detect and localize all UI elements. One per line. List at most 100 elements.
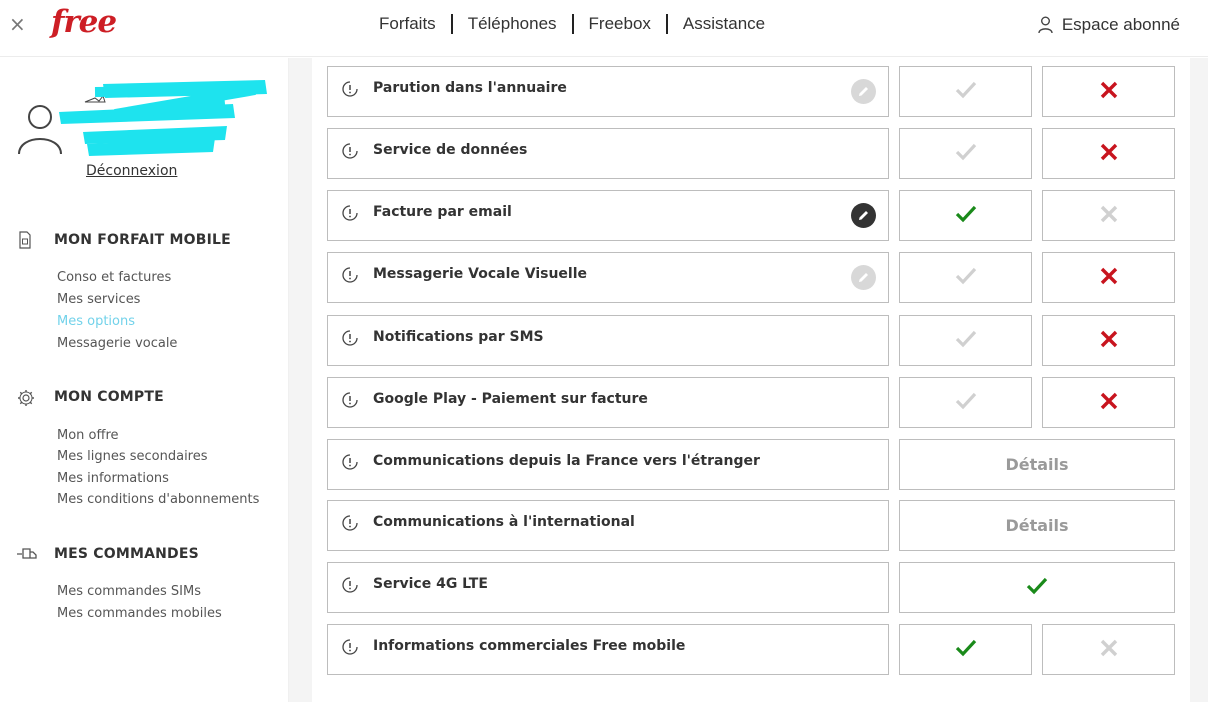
info-icon[interactable] <box>342 205 358 225</box>
sidebar-item-commandes-mobiles[interactable]: Mes commandes mobiles <box>57 606 222 621</box>
option-row: Notifications par SMS <box>327 315 1175 366</box>
info-icon[interactable] <box>342 392 358 412</box>
section-title-commandes: MES COMMANDES <box>54 546 199 562</box>
info-icon[interactable] <box>342 143 358 163</box>
option-name-cell: Informations commerciales Free mobile <box>327 624 889 675</box>
option-label: Notifications par SMS <box>373 329 544 345</box>
option-label: Messagerie Vocale Visuelle <box>373 266 588 282</box>
info-icon[interactable] <box>342 81 358 101</box>
option-row: Facture par email <box>327 190 1175 241</box>
cross-icon <box>1100 392 1118 414</box>
section-title-forfait: MON FORFAIT MOBILE <box>54 232 231 248</box>
account-label: Espace abonné <box>1061 15 1180 34</box>
enable-option-button[interactable] <box>899 66 1032 117</box>
details-label: Détails <box>1005 516 1069 535</box>
option-row: Communications à l'international Détails <box>327 500 1175 551</box>
check-icon <box>955 639 977 661</box>
nav-forfaits[interactable]: Forfaits <box>364 14 451 34</box>
info-icon[interactable] <box>342 515 358 535</box>
option-label: Service de données <box>373 142 528 158</box>
sidebar-item-services[interactable]: Mes services <box>57 292 140 307</box>
enable-option-button[interactable] <box>899 377 1032 428</box>
disable-option-button[interactable] <box>1042 66 1175 117</box>
account-link[interactable]: Espace abonné <box>1038 15 1180 35</box>
option-label: Parution dans l'annuaire <box>373 80 567 96</box>
main-nav: Forfaits Téléphones Freebox Assistance <box>364 14 780 34</box>
disable-option-button[interactable] <box>1042 624 1175 675</box>
enable-option-button[interactable] <box>899 128 1032 179</box>
close-icon[interactable]: × <box>9 13 26 35</box>
sidebar-item-lignes[interactable]: Mes lignes secondaires <box>57 449 208 464</box>
option-name-cell: Communications à l'international <box>327 500 889 551</box>
disable-option-button[interactable] <box>1042 128 1175 179</box>
option-label: Facture par email <box>373 204 512 220</box>
details-button[interactable]: Détails <box>899 439 1175 490</box>
sidebar-item-messagerie[interactable]: Messagerie vocale <box>57 336 177 351</box>
check-icon <box>955 205 977 227</box>
enable-option-button[interactable] <box>899 252 1032 303</box>
edit-pencil-icon[interactable] <box>851 79 876 104</box>
sidebar-item-conso[interactable]: Conso et factures <box>57 270 171 285</box>
disable-option-button[interactable] <box>1042 190 1175 241</box>
enable-option-button[interactable] <box>899 190 1032 241</box>
cross-icon <box>1100 267 1118 289</box>
option-name-cell: Messagerie Vocale Visuelle <box>327 252 889 303</box>
user-icon <box>1038 16 1053 34</box>
info-icon[interactable] <box>342 454 358 474</box>
option-name-cell: Service 4G LTE <box>327 562 889 613</box>
sidebar-item-conditions[interactable]: Mes conditions d'abonnements <box>57 492 259 507</box>
cross-icon <box>1100 143 1118 165</box>
enable-option-button[interactable] <box>899 315 1032 366</box>
cross-icon <box>1100 81 1118 103</box>
option-name-cell: Notifications par SMS <box>327 315 889 366</box>
option-label: Google Play - Paiement sur facture <box>373 391 648 407</box>
check-icon <box>955 392 977 414</box>
cross-icon <box>1100 639 1118 661</box>
info-icon[interactable] <box>342 577 358 597</box>
option-row: Parution dans l'annuaire <box>327 66 1175 117</box>
edit-pencil-icon[interactable] <box>851 265 876 290</box>
details-button[interactable]: Détails <box>899 500 1175 551</box>
sidebar-item-informations[interactable]: Mes informations <box>57 471 169 486</box>
check-icon <box>1026 577 1048 599</box>
option-row: Google Play - Paiement sur facture <box>327 377 1175 428</box>
option-label: Informations commerciales Free mobile <box>373 638 686 654</box>
details-label: Détails <box>1005 455 1069 474</box>
redacted-username <box>59 80 267 156</box>
logout-link[interactable]: Déconnexion <box>86 163 177 179</box>
option-label: Service 4G LTE <box>373 576 488 592</box>
top-header: × free Forfaits Téléphones Freebox Assis… <box>0 0 1208 57</box>
always-on-cell <box>899 562 1175 613</box>
sidebar-item-offre[interactable]: Mon offre <box>57 428 119 443</box>
nav-assistance[interactable]: Assistance <box>668 14 780 34</box>
option-name-cell: Facture par email <box>327 190 889 241</box>
disable-option-button[interactable] <box>1042 315 1175 366</box>
nav-freebox[interactable]: Freebox <box>574 14 666 34</box>
option-label: Communications depuis la France vers l'é… <box>373 453 760 469</box>
cross-icon <box>1100 330 1118 352</box>
check-icon <box>955 143 977 165</box>
sim-card-icon <box>19 231 31 249</box>
sidebar-item-commandes-sims[interactable]: Mes commandes SIMs <box>57 584 201 599</box>
enable-option-button[interactable] <box>899 624 1032 675</box>
check-icon <box>955 267 977 289</box>
option-name-cell: Service de données <box>327 128 889 179</box>
option-row: Communications depuis la France vers l'é… <box>327 439 1175 490</box>
delivery-truck-icon <box>17 548 37 559</box>
option-name-cell: Communications depuis la France vers l'é… <box>327 439 889 490</box>
section-title-compte: MON COMPTE <box>54 389 164 405</box>
info-icon[interactable] <box>342 330 358 350</box>
option-row: Messagerie Vocale Visuelle <box>327 252 1175 303</box>
info-icon[interactable] <box>342 639 358 659</box>
disable-option-button[interactable] <box>1042 252 1175 303</box>
sidebar: Déconnexion MON FORFAIT MOBILE Conso et … <box>0 58 289 702</box>
edit-pencil-icon[interactable] <box>851 203 876 228</box>
check-icon <box>955 330 977 352</box>
info-icon[interactable] <box>342 267 358 287</box>
sidebar-item-options[interactable]: Mes options <box>57 314 135 329</box>
free-logo[interactable]: free <box>51 4 117 40</box>
disable-option-button[interactable] <box>1042 377 1175 428</box>
nav-telephones[interactable]: Téléphones <box>453 14 572 34</box>
option-name-cell: Google Play - Paiement sur facture <box>327 377 889 428</box>
option-label: Communications à l'international <box>373 514 635 530</box>
